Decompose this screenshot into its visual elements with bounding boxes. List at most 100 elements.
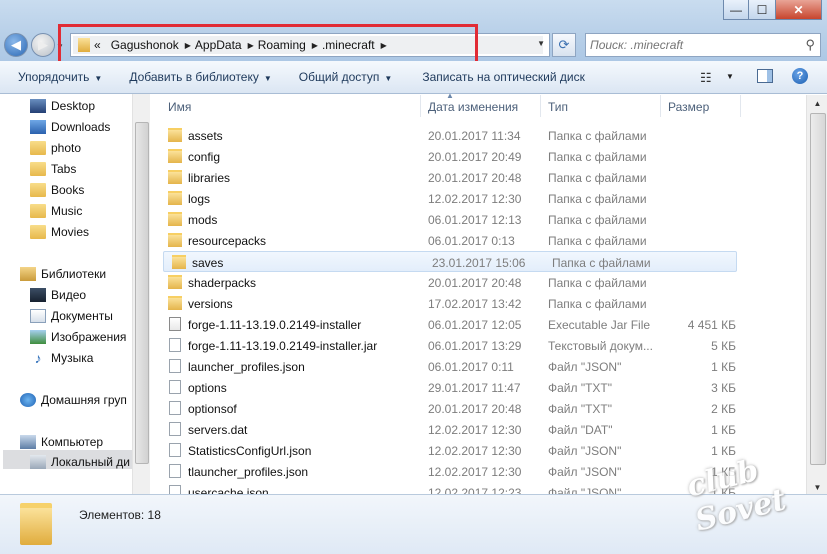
file-icon <box>169 401 181 415</box>
add-to-library-menu[interactable]: Добавить в библиотеку ▼ <box>129 70 271 84</box>
file-type: Файл "JSON" <box>548 444 622 458</box>
refresh-icon: ⟳ <box>558 37 570 52</box>
preview-pane-icon[interactable] <box>757 69 773 83</box>
search-box[interactable]: ⚲ <box>585 33 821 57</box>
column-divider[interactable] <box>420 95 421 117</box>
file-list: assets 20.01.2017 11:34 Папка с файлами con… <box>160 125 806 500</box>
back-button[interactable]: ◀ <box>4 33 28 57</box>
nav-item-local-disk[interactable]: Локальный ди <box>30 452 130 471</box>
file-name: servers.dat <box>188 423 248 437</box>
nav-item-music-lib[interactable]: ♪ Музыка <box>30 348 94 367</box>
file-name: libraries <box>188 171 231 185</box>
folder-icon <box>168 296 182 310</box>
forward-button[interactable]: ▶ <box>31 33 55 57</box>
nav-item-movies[interactable]: Movies <box>30 222 89 241</box>
share-menu[interactable]: Общий доступ ▼ <box>299 70 393 84</box>
file-row[interactable]: shaderpacks 20.01.2017 20:48 Папка с файла… <box>160 272 806 293</box>
file-row[interactable]: logs 12.02.2017 12:30 Папка с файлами <box>160 188 806 209</box>
column-size[interactable]: Размер <box>668 100 709 114</box>
folder-icon <box>168 149 182 163</box>
nav-item-libraries[interactable]: Библиотеки <box>20 264 106 283</box>
downloads-icon <box>30 119 46 134</box>
column-divider[interactable] <box>540 95 541 117</box>
arrow-right-icon: ▶ <box>38 37 48 52</box>
file-name: forge-1.11-13.19.0.2149-installer <box>188 318 362 332</box>
file-date: 20.01.2017 20:48 <box>428 171 522 185</box>
file-row[interactable]: resourcepacks 06.01.2017 0:13 Папка с файл… <box>160 230 806 251</box>
file-row[interactable]: StatisticsConfigUrl.json 12.02.2017 12:30… <box>160 440 806 461</box>
nav-item-documents[interactable]: Документы <box>30 306 113 325</box>
title-bar: — ☐ ✕ ◀ ▶ ▼ « Gagushonok ▶ AppData ▶ Roa… <box>0 0 827 70</box>
search-icon[interactable]: ⚲ <box>805 37 815 53</box>
nav-item-desktop[interactable]: Desktop <box>30 96 95 115</box>
file-date: 12.02.2017 12:30 <box>428 444 522 458</box>
file-size: 3 КБ <box>711 381 736 395</box>
file-type: Файл "DAT" <box>548 423 613 437</box>
file-date: 06.01.2017 13:29 <box>428 339 522 353</box>
file-row[interactable]: servers.dat 12.02.2017 12:30 Файл "DAT" 1 К… <box>160 419 806 440</box>
column-date[interactable]: Дата изменения <box>428 100 518 114</box>
nav-item-tabs[interactable]: Tabs <box>30 159 76 178</box>
file-size: 1 КБ <box>711 423 736 437</box>
file-date: 17.02.2017 13:42 <box>428 297 522 311</box>
chevron-down-icon[interactable]: ▼ <box>537 39 545 48</box>
nav-item-computer[interactable]: Компьютер <box>20 432 103 451</box>
minimize-button[interactable]: — <box>723 0 749 20</box>
column-divider[interactable] <box>660 95 661 117</box>
file-name: resourcepacks <box>188 234 267 248</box>
arrow-left-icon: ◀ <box>11 37 21 52</box>
jar-file-icon <box>169 317 181 331</box>
file-size: 1 КБ <box>711 360 736 374</box>
file-type: Папка с файлами <box>548 192 647 206</box>
view-options-icon[interactable]: ☷ <box>700 70 712 86</box>
computer-icon <box>20 434 36 449</box>
file-type: Папка с файлами <box>548 129 647 143</box>
file-row[interactable]: mods 06.01.2017 12:13 Папка с файлами <box>160 209 806 230</box>
scrollbar-thumb[interactable] <box>135 122 149 464</box>
scroll-up-icon[interactable]: ▲ <box>807 95 827 111</box>
file-row[interactable]: libraries 20.01.2017 20:48 Папка с файлами <box>160 167 806 188</box>
nav-scrollbar[interactable] <box>132 94 150 494</box>
folder-icon <box>168 233 182 247</box>
nav-item-music[interactable]: Music <box>30 201 82 220</box>
help-icon[interactable]: ? <box>792 68 808 84</box>
refresh-button[interactable]: ⟳ <box>552 33 576 57</box>
file-row[interactable]: config 20.01.2017 20:49 Папка с файлами <box>160 146 806 167</box>
file-row[interactable]: launcher_profiles.json 06.01.2017 0:11 Фай… <box>160 356 806 377</box>
documents-icon <box>30 308 46 323</box>
nav-item-video[interactable]: Видео <box>30 285 86 304</box>
file-row[interactable]: forge-1.11-13.19.0.2149-installer.jar 06.… <box>160 335 806 356</box>
file-row[interactable]: options 29.01.2017 11:47 Файл "TXT" 3 КБ <box>160 377 806 398</box>
search-input[interactable] <box>586 37 792 53</box>
file-list-scrollbar[interactable]: ▲ ▼ <box>806 95 827 495</box>
file-type: Папка с файлами <box>548 234 647 248</box>
scrollbar-thumb[interactable] <box>810 113 826 465</box>
nav-item-photo[interactable]: photo <box>30 138 81 157</box>
file-type: Папка с файлами <box>548 213 647 227</box>
file-icon <box>169 443 181 457</box>
nav-item-pictures[interactable]: Изображения <box>30 327 126 346</box>
folder-icon <box>168 212 182 226</box>
file-row[interactable]: forge-1.11-13.19.0.2149-installer 06.01.2… <box>160 314 806 335</box>
nav-item-homegroup[interactable]: Домашняя груп <box>20 390 127 409</box>
file-row[interactable]: optionsof 20.01.2017 20:48 Файл "TXT" 2 КБ <box>160 398 806 419</box>
column-type[interactable]: Тип <box>548 100 568 114</box>
file-type: Папка с файлами <box>552 256 651 270</box>
file-row[interactable]: saves 23.01.2017 15:06 Папка с файлами <box>163 251 737 272</box>
file-type: Папка с файлами <box>548 150 647 164</box>
folder-icon <box>168 191 182 205</box>
file-row[interactable]: versions 17.02.2017 13:42 Папка с файлами <box>160 293 806 314</box>
file-row[interactable]: assets 20.01.2017 11:34 Папка с файлами <box>160 125 806 146</box>
column-divider[interactable] <box>740 95 741 117</box>
organize-menu[interactable]: Упорядочить ▼ <box>18 70 102 84</box>
column-name[interactable]: Имя <box>168 100 191 114</box>
nav-item-books[interactable]: Books <box>30 180 84 199</box>
nav-item-downloads[interactable]: Downloads <box>30 117 110 136</box>
burn-disc-button[interactable]: Записать на оптический диск <box>422 70 585 84</box>
file-type: Файл "JSON" <box>548 360 622 374</box>
libraries-icon <box>20 266 36 281</box>
close-button[interactable]: ✕ <box>775 0 822 20</box>
file-date: 12.02.2017 12:30 <box>428 465 522 479</box>
chevron-down-icon[interactable]: ▼ <box>726 72 734 81</box>
maximize-button[interactable]: ☐ <box>748 0 776 20</box>
